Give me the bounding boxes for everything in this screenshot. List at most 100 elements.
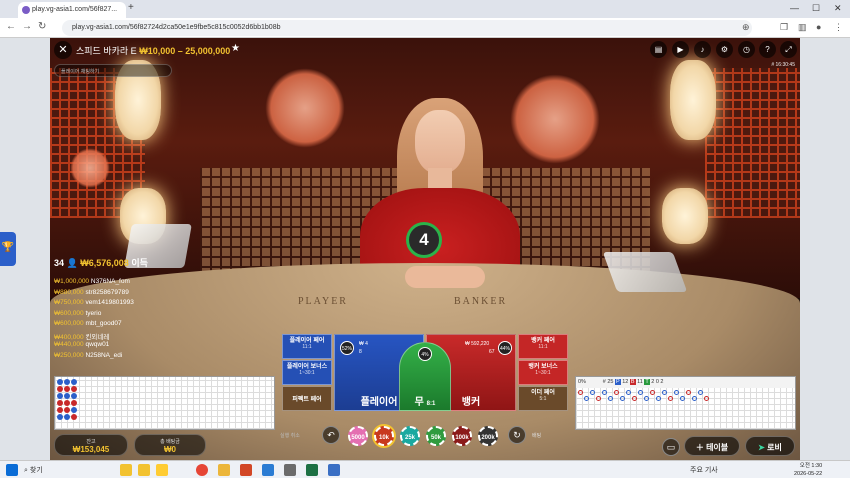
lobby-button[interactable]: ➤ 로비 — [745, 436, 795, 456]
lantern — [670, 60, 716, 140]
zoom-icon[interactable]: ⊕ — [742, 22, 750, 33]
bead-dot — [57, 393, 63, 399]
news-widget[interactable]: 주요 기사 — [690, 465, 718, 475]
settings-icon[interactable]: ⚙ — [716, 41, 733, 58]
windows-start-icon[interactable] — [6, 464, 18, 476]
chip-10k[interactable]: 10k — [374, 426, 394, 446]
menu-icon[interactable]: ⋮ — [834, 22, 843, 33]
balance-box: 잔고 ₩153,045 — [54, 434, 128, 456]
player-count: 8 — [359, 349, 362, 355]
app-icon[interactable] — [120, 464, 132, 476]
profile-icon[interactable]: ● — [816, 22, 821, 32]
big-road-dot — [680, 396, 685, 401]
fullscreen-icon[interactable]: ⤢ — [780, 41, 797, 58]
big-road-dot — [614, 390, 619, 395]
app-icon[interactable] — [138, 464, 150, 476]
banker-bonus-bet[interactable]: 뱅커 보너스 1~30:1 — [518, 360, 568, 385]
taskbar: ⌕ 찾기 주요 기사 오전 1:30 2026-05-22 — [0, 460, 850, 478]
big-road-dot — [638, 390, 643, 395]
countdown-timer: 4 — [406, 222, 442, 258]
big-road-dot — [608, 396, 613, 401]
double-icon[interactable]: ↻ — [508, 426, 526, 444]
banker-count: 67 — [489, 349, 495, 355]
repeat-label: 배팅 — [532, 433, 542, 439]
chip-5000[interactable]: 5000 — [348, 426, 368, 446]
big-road-dot — [584, 396, 589, 401]
chrome-icon[interactable] — [196, 464, 208, 476]
clock[interactable]: 오전 1:30 2026-05-22 — [794, 462, 822, 478]
balance-value: ₩153,045 — [72, 445, 110, 454]
app-icon[interactable] — [262, 464, 274, 476]
bead-dot — [71, 414, 77, 420]
tab-title: play.vg-asia1.com/56f827... — [32, 6, 118, 13]
table-button[interactable]: ＋ 테이블 — [684, 436, 740, 456]
big-road-dot — [692, 396, 697, 401]
video-icon[interactable]: ▶ — [672, 41, 689, 58]
big-road-dot — [704, 396, 709, 401]
sidebar-icon[interactable]: ▥ — [798, 22, 807, 33]
app-icon[interactable] — [284, 464, 296, 476]
tie-bet-label: 무 8:1 — [414, 397, 436, 408]
person-icon: 👤 — [66, 258, 78, 268]
url-text: play.vg-asia1.com/56f82724d2ca50e1e9fbe5… — [72, 24, 281, 31]
total-won-suffix: 이득 — [131, 258, 148, 268]
chat-icon[interactable]: ▤ — [650, 41, 667, 58]
chip-25k[interactable]: 25k — [400, 426, 420, 446]
reload-icon[interactable]: ↻ — [38, 21, 46, 32]
chip-100k[interactable]: 100k — [452, 426, 472, 446]
minimize-icon[interactable]: — — [790, 3, 799, 13]
player-pair-bet[interactable]: 플레이어 페어 11:1 — [282, 334, 332, 359]
list-item: ₩250,000 N258NA_edi — [54, 351, 123, 359]
big-road-dot — [674, 390, 679, 395]
either-pair-bet[interactable]: 이더 페어 5:1 — [518, 386, 568, 411]
favorite-star-icon[interactable]: ★ — [231, 43, 240, 54]
history-icon[interactable]: ◷ — [738, 41, 755, 58]
forward-icon[interactable]: → — [22, 21, 32, 32]
url-field[interactable]: play.vg-asia1.com/56f82724d2ca50e1e9fbe5… — [62, 20, 752, 36]
bead-dot — [71, 407, 77, 413]
app-icon[interactable] — [328, 464, 340, 476]
chat-input[interactable]: 플레이어 채팅하기 — [54, 64, 172, 77]
game-top-bar: ✕ 스피드 바카라 E ₩10,000 – 25,000,000 ★ ▤ ▶ ♪… — [50, 38, 800, 62]
chip-50k[interactable]: 50k — [426, 426, 446, 446]
bead-dot — [57, 414, 63, 420]
extensions-icon[interactable]: ❐ — [780, 22, 788, 33]
lattice-right — [705, 68, 800, 218]
perfect-pair-bet[interactable]: 퍼펙트 페어 — [282, 386, 332, 411]
big-road[interactable]: 0% # 25 P 12 B 11 T 2 0 2 — [575, 376, 796, 430]
undo-icon[interactable]: ↶ — [322, 426, 340, 444]
close-window-icon[interactable]: ✕ — [834, 3, 842, 14]
side-trophy-icon[interactable]: 🏆 — [0, 232, 16, 266]
browser-tab[interactable]: play.vg-asia1.com/56f827... × — [18, 2, 126, 18]
bead-dot — [64, 386, 70, 392]
game-title: 스피드 바카라 E ₩10,000 – 25,000,000 — [76, 44, 230, 57]
new-tab-button[interactable]: + — [128, 2, 134, 13]
total-bet-value: ₩0 — [164, 445, 176, 454]
maximize-icon[interactable]: ☐ — [812, 3, 820, 14]
road-stats-bar: 0% # 25 P 12 B 11 T 2 0 2 — [576, 377, 795, 388]
big-road-dot — [632, 396, 637, 401]
app-icon[interactable] — [156, 464, 168, 476]
list-item: ₩1,000,000 N376NA_fom — [54, 278, 130, 285]
big-road-dot — [620, 396, 625, 401]
close-game-icon[interactable]: ✕ — [54, 41, 72, 59]
list-item: ₩600,000 mbt_good07 — [54, 320, 122, 327]
player-bonus-bet[interactable]: 플레이어 보너스 1~30:1 — [282, 360, 332, 385]
tie-bet[interactable]: 4% 무 8:1 — [399, 342, 451, 411]
bead-road[interactable] — [54, 376, 275, 430]
back-icon[interactable]: ← — [6, 21, 16, 32]
excel-icon[interactable] — [306, 464, 318, 476]
game-round-id: # 16:30:45 — [771, 62, 795, 68]
taskbar-search[interactable]: ⌕ 찾기 — [24, 465, 43, 475]
discard-tray — [602, 252, 688, 292]
help-icon[interactable]: ? — [759, 41, 776, 58]
sound-icon[interactable]: ♪ — [694, 41, 711, 58]
blossom — [265, 68, 345, 148]
player-amount: ₩ 4 — [359, 341, 368, 347]
banker-pair-bet[interactable]: 뱅커 페어 11:1 — [518, 334, 568, 359]
folder-icon[interactable] — [218, 464, 230, 476]
chat-bubble-icon[interactable]: ▭ — [662, 438, 680, 456]
chip-200k[interactable]: 200k — [478, 426, 498, 446]
player-badge: P — [615, 379, 621, 385]
app-icon[interactable] — [240, 464, 252, 476]
